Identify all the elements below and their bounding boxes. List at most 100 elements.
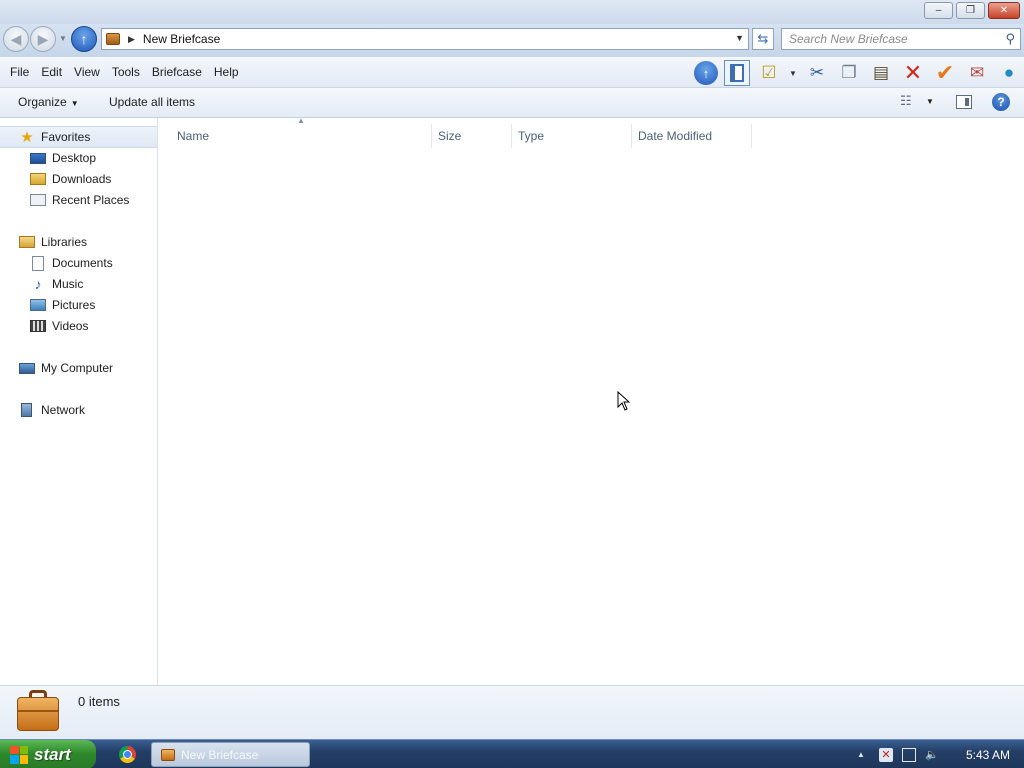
copy-icon[interactable]: ❐ — [836, 60, 862, 86]
menu-view[interactable]: View — [68, 65, 106, 79]
search-input[interactable] — [782, 29, 992, 49]
file-list[interactable]: ▲ Name Size Type Date Modified — [159, 116, 1024, 685]
organize-label: Organize — [18, 95, 67, 109]
recent-places-icon — [30, 194, 46, 206]
start-button[interactable]: start — [0, 740, 96, 768]
start-label: start — [34, 744, 71, 764]
up-button[interactable]: ↑ — [71, 26, 97, 52]
sync-icon[interactable]: ☑ — [756, 60, 782, 86]
title-bar: – ❐ ✕ — [0, 0, 1024, 24]
nav-libraries-label: Libraries — [41, 235, 88, 249]
globe-icon[interactable]: ● — [996, 60, 1022, 86]
forward-arrow-icon: ▶ — [37, 30, 49, 47]
nav-recent-places[interactable]: Recent Places — [30, 191, 129, 209]
view-dropdown-icon[interactable]: ▼ — [926, 97, 934, 106]
recent-pages-dropdown[interactable]: ▼ — [59, 34, 67, 43]
nav-my-computer[interactable]: My Computer — [19, 359, 113, 377]
desktop-icon — [30, 152, 46, 164]
nav-documents-label: Documents — [52, 256, 113, 270]
downloads-folder-icon — [30, 173, 46, 185]
column-header-date-modified[interactable]: Date Modified — [632, 124, 752, 148]
preview-pane-icon[interactable] — [956, 95, 972, 109]
volume-muted-icon[interactable]: 🔈 — [925, 748, 939, 762]
menu-edit[interactable]: Edit — [35, 65, 68, 79]
item-count: 0 items — [78, 694, 120, 709]
menu-help[interactable]: Help — [208, 65, 245, 79]
nav-favorites[interactable]: ★ Favorites — [19, 128, 90, 146]
column-header-name[interactable]: Name — [159, 124, 432, 148]
clock[interactable]: 5:43 AM — [966, 748, 1010, 762]
menu-tools[interactable]: Tools — [106, 65, 146, 79]
star-icon: ★ — [20, 129, 34, 146]
menu-bar: File Edit View Tools Briefcase Help ↑ ☑ … — [0, 56, 1024, 88]
nav-downloads[interactable]: Downloads — [30, 170, 111, 188]
search-icon[interactable]: ⚲ — [1005, 31, 1015, 47]
restore-button[interactable]: ❐ — [956, 2, 985, 19]
back-arrow-icon: ◀ — [10, 30, 22, 47]
toolbar: ↑ ☑ ▼ ✂ ❐ ▤ ✕ ✔ ✉ ● — [694, 60, 1022, 86]
update-all-button[interactable]: Update all items — [109, 95, 195, 109]
back-button[interactable]: ◀ — [3, 26, 29, 52]
nav-desktop-label: Desktop — [52, 151, 97, 165]
refresh-icon: ⇆ — [757, 31, 769, 46]
nav-videos-label: Videos — [52, 319, 89, 333]
taskbar-window-button[interactable]: New Briefcase — [151, 742, 310, 767]
delete-icon[interactable]: ✕ — [900, 60, 926, 86]
command-bar: Organize ▼ Update all items ☷ ▼ ? — [0, 88, 1024, 118]
help-icon[interactable]: ? — [992, 93, 1010, 111]
refresh-button[interactable]: ⇆ — [752, 28, 774, 50]
nav-libraries[interactable]: Libraries — [19, 233, 87, 251]
address-dropdown-icon[interactable]: ▼ — [735, 33, 744, 43]
menu-briefcase[interactable]: Briefcase — [146, 65, 208, 79]
column-header-type[interactable]: Type — [512, 124, 632, 148]
nav-videos[interactable]: Videos — [30, 317, 88, 335]
action-center-icon[interactable]: ✕ — [878, 747, 893, 762]
email-icon[interactable]: ✉ — [964, 60, 990, 86]
paste-icon[interactable]: ▤ — [868, 60, 894, 86]
document-icon — [32, 255, 44, 271]
search-box[interactable]: ⚲ — [781, 28, 1021, 50]
view-options-icon[interactable]: ☷ — [900, 93, 918, 109]
minimize-button[interactable]: – — [924, 2, 953, 19]
computer-icon — [19, 362, 35, 374]
nav-documents[interactable]: Documents — [30, 254, 113, 272]
chevron-down-icon: ▼ — [70, 99, 79, 108]
briefcase-icon — [106, 33, 120, 45]
breadcrumb-separator-icon[interactable]: ▶ — [128, 34, 135, 45]
nav-recent-places-label: Recent Places — [52, 193, 130, 207]
nav-network-label: Network — [41, 403, 86, 417]
sync-dropdown-icon[interactable]: ▼ — [788, 60, 798, 86]
nav-desktop[interactable]: Desktop — [30, 149, 96, 167]
folders-pane-icon[interactable] — [724, 60, 750, 86]
menu-file[interactable]: File — [4, 65, 35, 79]
check-icon[interactable]: ✔ — [932, 60, 958, 86]
nav-pictures[interactable]: Pictures — [30, 296, 95, 314]
windows-logo-icon — [10, 745, 28, 764]
details-pane: 0 items — [0, 685, 1024, 739]
network-icon — [21, 403, 32, 417]
briefcase-icon — [17, 690, 59, 734]
close-button[interactable]: ✕ — [988, 2, 1020, 19]
nav-music[interactable]: ♪ Music — [30, 275, 84, 293]
picture-icon — [30, 299, 46, 311]
up-icon[interactable]: ↑ — [694, 61, 718, 85]
forward-button[interactable]: ▶ — [30, 26, 56, 52]
nav-my-computer-label: My Computer — [41, 361, 114, 375]
address-bar[interactable]: ▶ New Briefcase ▼ — [101, 28, 749, 50]
taskbar-window-label: New Briefcase — [181, 747, 259, 762]
navigation-bar: ◀ ▶ ▼ ↑ ▶ New Briefcase ▼ ⇆ ⚲ — [0, 24, 1024, 56]
window-controls: – ❐ ✕ — [924, 2, 1020, 19]
menu-items: File Edit View Tools Briefcase Help — [4, 65, 245, 79]
network-status-icon[interactable] — [901, 747, 916, 762]
organize-button[interactable]: Organize ▼ — [18, 95, 79, 109]
nav-network[interactable]: Network — [19, 401, 85, 419]
nav-favorites-label: Favorites — [41, 130, 91, 144]
scissors-icon[interactable]: ✂ — [804, 60, 830, 86]
libraries-folder-icon — [19, 236, 35, 248]
show-hidden-icons-icon[interactable]: ▲ — [857, 750, 865, 759]
chrome-icon[interactable] — [119, 746, 136, 763]
breadcrumb-current[interactable]: New Briefcase — [143, 32, 220, 46]
up-arrow-icon: ↑ — [80, 31, 88, 47]
system-tray: ▲ ✕ 🔈 5:43 AM — [857, 740, 1024, 768]
column-header-size[interactable]: Size — [432, 124, 512, 148]
